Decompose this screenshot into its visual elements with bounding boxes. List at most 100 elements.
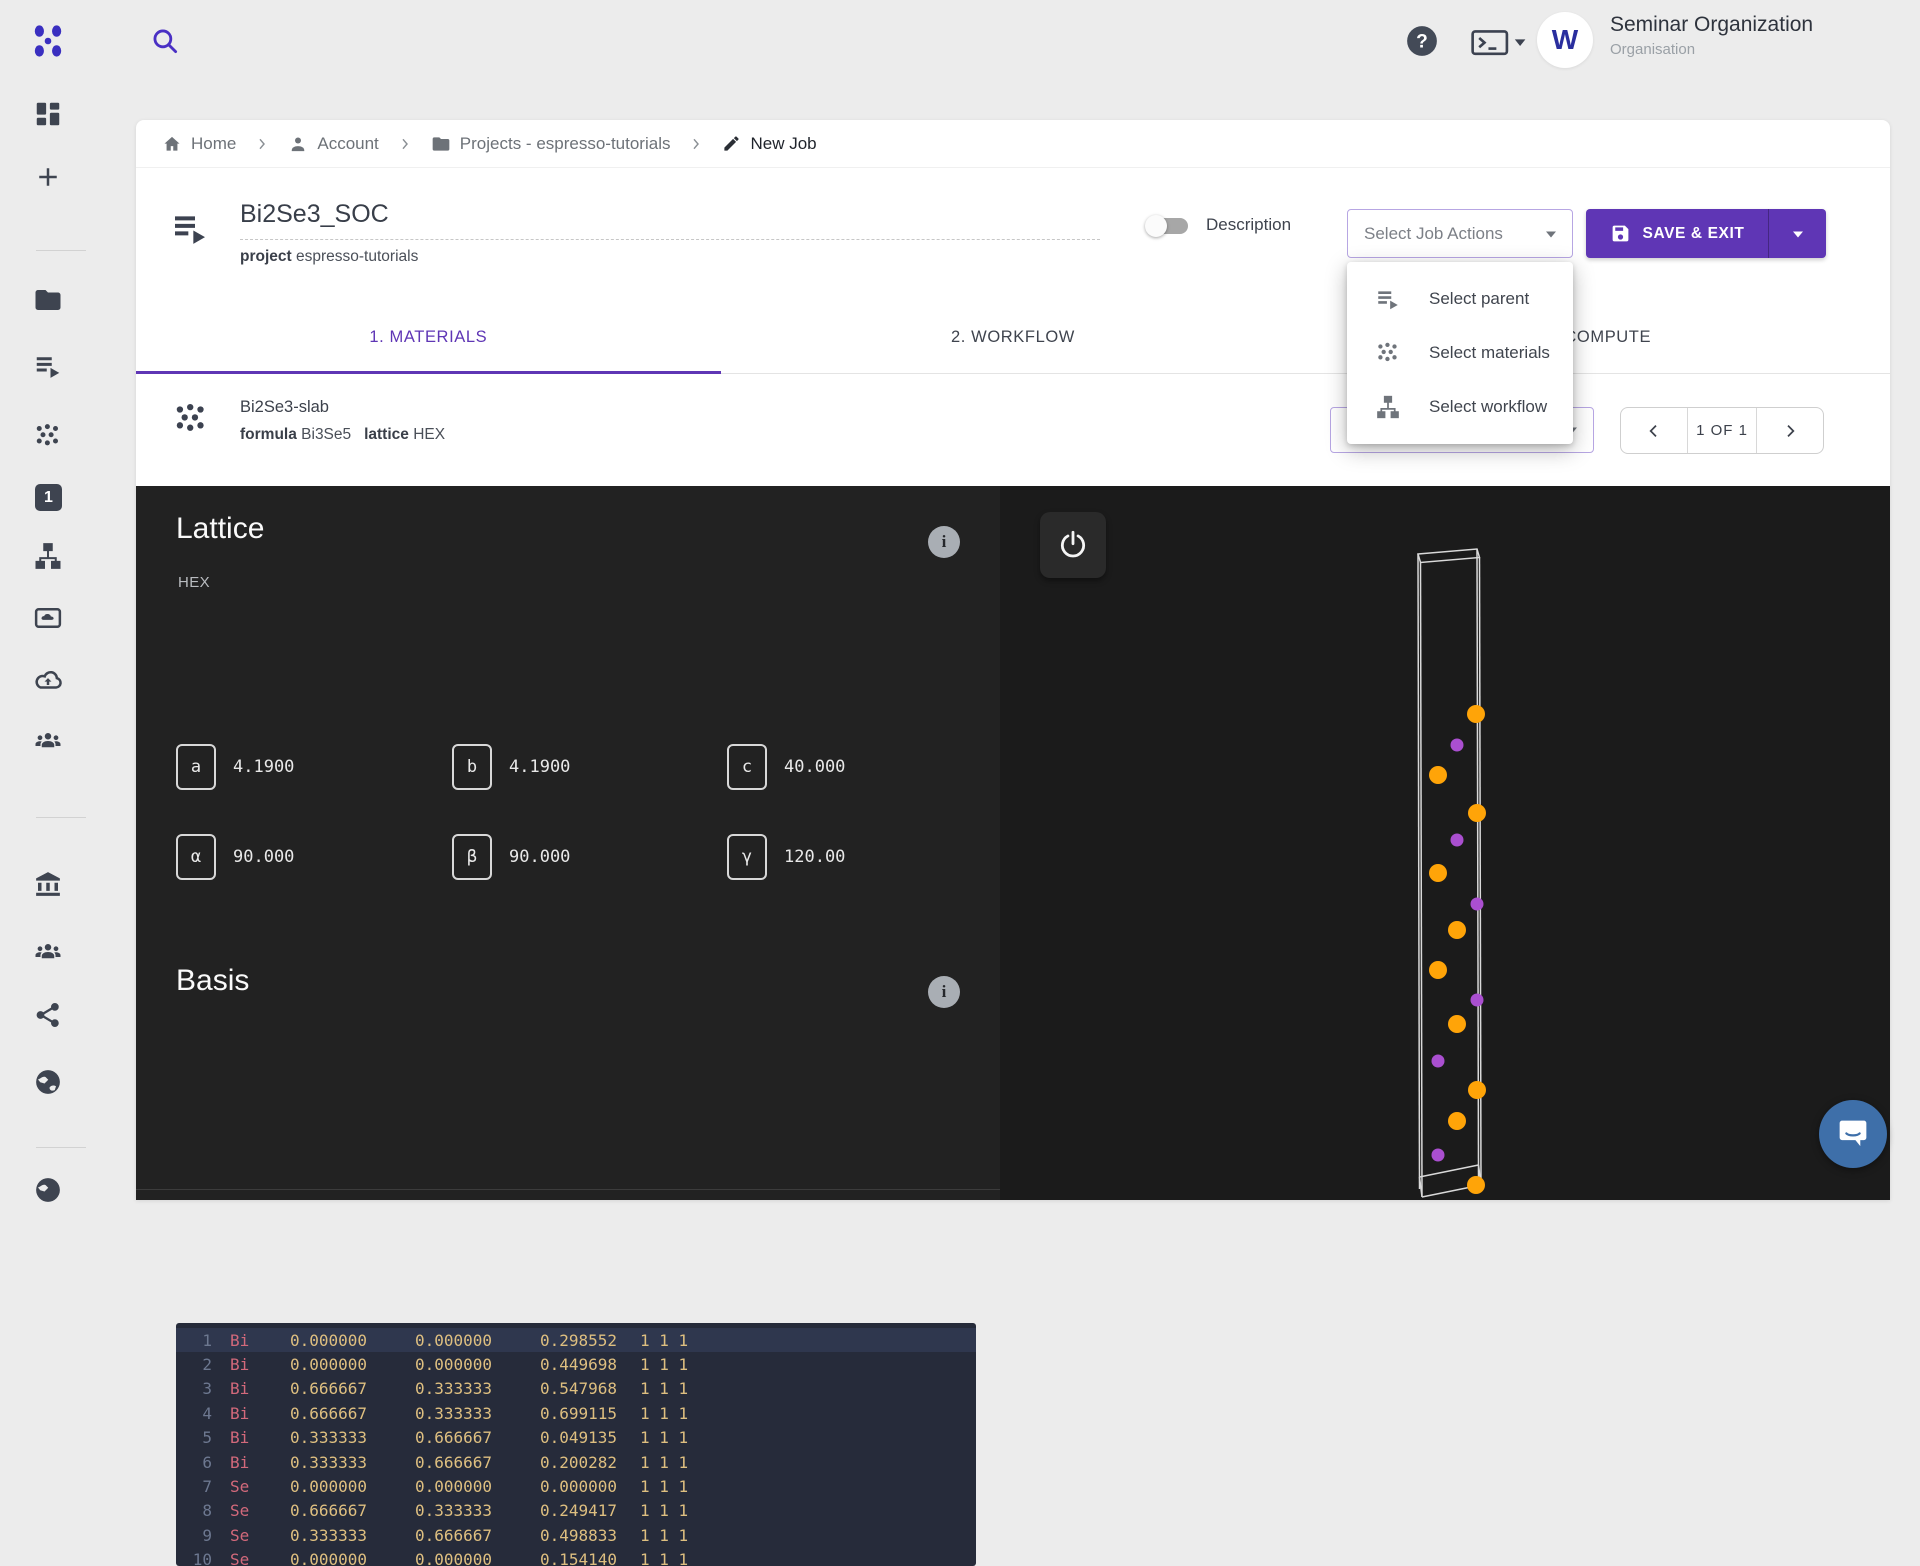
org-block[interactable]: Seminar Organization Organisation: [1610, 13, 1813, 58]
lattice-b-value[interactable]: 4.1900: [509, 757, 570, 777]
svg-text:?: ?: [1416, 32, 1428, 53]
job-actions-placeholder: Select Job Actions: [1364, 224, 1544, 244]
breadcrumb-new-job[interactable]: New Job: [722, 134, 816, 154]
viewer-power-button[interactable]: [1040, 512, 1106, 578]
sitemap-icon: [1375, 394, 1401, 420]
basis-info-icon[interactable]: i: [928, 976, 960, 1008]
folder-icon: [431, 134, 451, 154]
sidebar-divider: [36, 817, 86, 818]
pagination-next-button[interactable]: [1757, 408, 1823, 453]
chevron-down-icon: [1791, 229, 1805, 239]
atom-Se: [1467, 1176, 1485, 1194]
sidebar-item-globe-icon[interactable]: [33, 1175, 63, 1205]
menu-item-select-workflow[interactable]: Select workflow: [1347, 380, 1573, 434]
job-type-icon: [170, 208, 210, 248]
lattice-title: Lattice: [176, 512, 264, 546]
sidebar-item-workflows-icon[interactable]: [33, 541, 63, 571]
menu-item-select-materials[interactable]: Select materials: [1347, 326, 1573, 380]
atom-Se: [1429, 766, 1447, 784]
avatar-letter: W: [1552, 24, 1578, 56]
basis-row: 7Se0.0000000.0000000.0000001 1 1: [176, 1474, 976, 1498]
sidebar-item-jobs-icon[interactable]: [33, 351, 63, 381]
sidebar-item-unit-icon[interactable]: 1: [35, 484, 62, 511]
job-actions-select[interactable]: Select Job Actions: [1347, 209, 1573, 258]
lattice-alpha-value[interactable]: 90.000: [233, 847, 294, 867]
basis-row: 3Bi0.6666670.3333330.5479681 1 1: [176, 1377, 976, 1401]
lattice-type: HEX: [178, 574, 210, 591]
basis-row: 2Bi0.0000000.0000000.4496981 1 1: [176, 1352, 976, 1376]
materials-dots-icon: [1375, 340, 1401, 366]
chevron-right-icon: [1782, 423, 1798, 439]
chat-launcher-button[interactable]: [1819, 1100, 1887, 1168]
job-title[interactable]: Bi2Se3_SOC: [240, 200, 1100, 240]
menu-item-select-parent[interactable]: Select parent: [1347, 272, 1573, 326]
breadcrumb: Home Account Projects - espresso-tutoria…: [136, 120, 1890, 168]
console-menu-icon[interactable]: [1470, 26, 1528, 58]
save-exit-main[interactable]: SAVE & EXIT: [1586, 209, 1768, 258]
power-icon: [1057, 529, 1089, 561]
structure-viewer-3d[interactable]: [1000, 486, 1890, 1200]
tab-materials[interactable]: 1. MATERIALS: [136, 302, 721, 373]
chat-bubble-icon: [1836, 1117, 1870, 1151]
sidebar-divider: [36, 1147, 86, 1148]
atom-Bi: [1451, 739, 1464, 752]
sidebar-item-organization-icon[interactable]: [33, 869, 63, 899]
sidebar-item-dashboard-icon[interactable]: [33, 99, 63, 129]
chevron-left-icon: [1646, 423, 1662, 439]
atom-Se: [1448, 1015, 1466, 1033]
atom-Se: [1468, 804, 1486, 822]
material-name[interactable]: Bi2Se3-slab: [240, 398, 329, 417]
basis-row: 6Bi0.3333330.6666670.2002821 1 1: [176, 1450, 976, 1474]
breadcrumb-separator-icon: [254, 136, 270, 152]
save-exit-button[interactable]: SAVE & EXIT: [1586, 209, 1826, 258]
breadcrumb-home[interactable]: Home: [162, 134, 236, 154]
lattice-beta-value[interactable]: 90.000: [509, 847, 570, 867]
basis-code-editor[interactable]: 1Bi0.0000000.0000000.2985521 1 12Bi0.000…: [176, 1323, 976, 1566]
search-icon[interactable]: [148, 24, 182, 58]
pagination-label: 1 OF 1: [1687, 408, 1757, 453]
lattice-info-icon[interactable]: i: [928, 526, 960, 558]
sidebar-item-projects-icon[interactable]: [33, 285, 63, 315]
lattice-param-c: c 40.000: [727, 744, 845, 790]
breadcrumb-project[interactable]: Projects - espresso-tutorials: [431, 134, 671, 154]
help-icon[interactable]: ?: [1405, 24, 1439, 58]
tab-workflow[interactable]: 2. WORKFLOW: [721, 302, 1306, 373]
app-logo-icon[interactable]: [26, 19, 70, 63]
atom-Se: [1448, 1112, 1466, 1130]
description-toggle[interactable]: [1148, 218, 1188, 234]
sidebar-item-public-icon[interactable]: [33, 1067, 63, 1097]
lattice-param-beta: β 90.000: [452, 834, 570, 880]
sidebar-item-materials-icon[interactable]: [33, 421, 63, 451]
main-content-card: Home Account Projects - espresso-tutoria…: [136, 120, 1890, 1200]
save-exit-dropdown[interactable]: [1768, 209, 1826, 258]
pagination-prev-button[interactable]: [1621, 408, 1687, 453]
job-project: project espresso-tutorials: [240, 248, 418, 266]
avatar[interactable]: W: [1537, 12, 1593, 68]
basis-row: 4Bi0.6666670.3333330.6991151 1 1: [176, 1401, 976, 1425]
sidebar-item-create-icon[interactable]: [33, 162, 63, 192]
sidebar-item-share-icon[interactable]: [33, 1000, 63, 1030]
lattice-c-value[interactable]: 40.000: [784, 757, 845, 777]
atom-Bi: [1471, 898, 1484, 911]
crystal-cell-wireframe: [1000, 486, 1890, 1200]
toggle-knob: [1145, 215, 1167, 237]
tab-bar: 1. MATERIALS 2. WORKFLOW 3. COMPUTE: [136, 302, 1890, 374]
atom-Se: [1468, 1081, 1486, 1099]
sidebar-item-cloud-upload-icon[interactable]: [33, 665, 63, 695]
basis-title: Basis: [176, 964, 249, 998]
lattice-param-b: b 4.1900: [452, 744, 570, 790]
lattice-a-value[interactable]: 4.1900: [233, 757, 294, 777]
sidebar-item-bank-card-icon[interactable]: [33, 603, 63, 633]
breadcrumb-separator-icon: [688, 136, 704, 152]
atom-Bi: [1432, 1055, 1445, 1068]
org-subtitle: Organisation: [1610, 41, 1813, 58]
sidebar-item-team-icon[interactable]: [33, 726, 63, 756]
lattice-param-alpha: α 90.000: [176, 834, 294, 880]
material-item-icon: [172, 400, 210, 438]
panel-divider: [136, 1189, 1000, 1190]
sidebar-item-users-icon[interactable]: [33, 937, 63, 967]
atom-Se: [1429, 864, 1447, 882]
lattice-gamma-value[interactable]: 120.00: [784, 847, 845, 867]
atom-Bi: [1451, 834, 1464, 847]
breadcrumb-account[interactable]: Account: [288, 134, 378, 154]
